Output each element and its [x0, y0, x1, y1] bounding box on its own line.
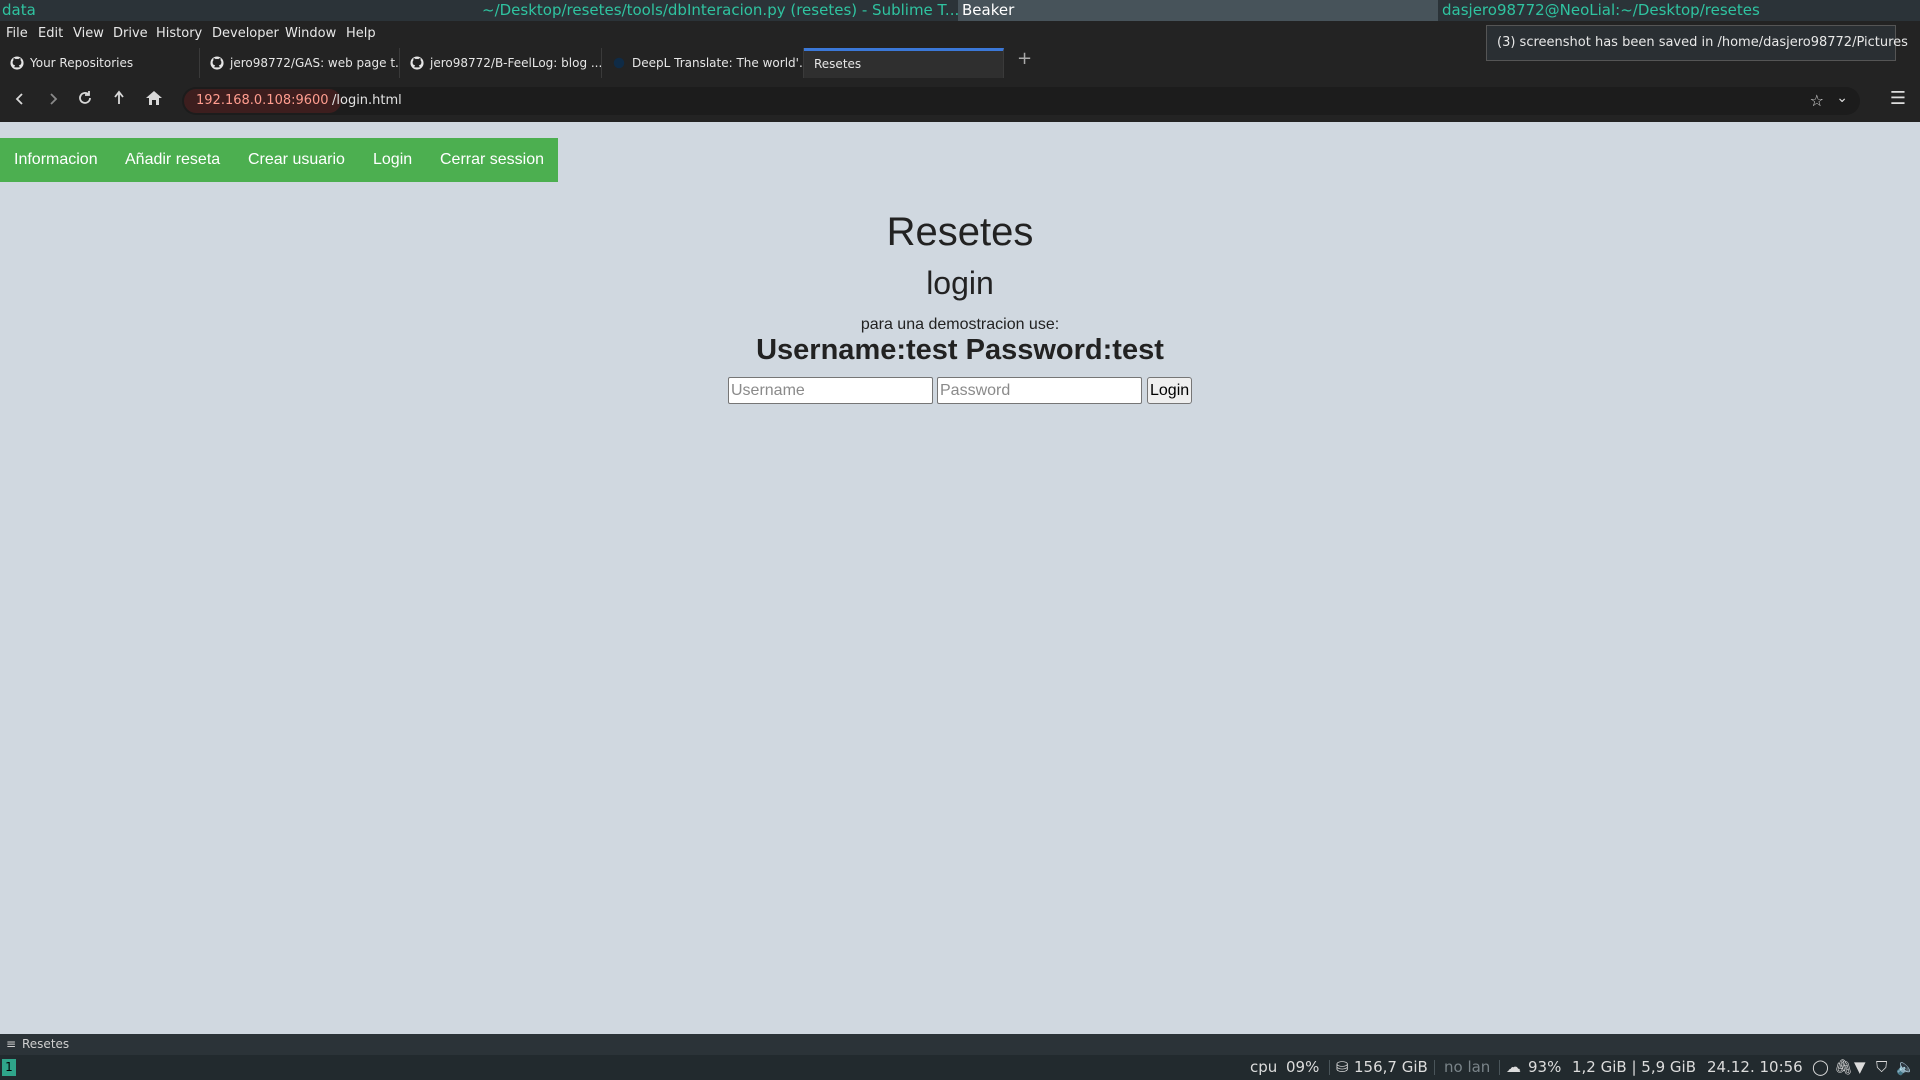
paperclip-icon[interactable]: 🖇: [1834, 1055, 1853, 1080]
memory-value: 1,2 GiB | 5,9 GiB: [1572, 1058, 1696, 1076]
disk-icon: ⛁: [1336, 1058, 1349, 1076]
new-tab-button[interactable]: +: [1017, 48, 1032, 69]
github-icon: [10, 56, 24, 70]
menu-drive[interactable]: Drive: [113, 26, 148, 41]
wm-window-title-sublime[interactable]: ~/Desktop/resetes/tools/dbInteracion.py …: [482, 1, 959, 19]
tab-your-repositories[interactable]: Your Repositories: [0, 48, 200, 78]
tab-label: jero98772/GAS: web page t...: [230, 56, 400, 70]
menu-developer[interactable]: Developer: [212, 26, 279, 41]
navigation-bar: 192.168.0.108:9600 /login.html ☆ ⌄ ☰: [0, 81, 1920, 121]
site-nav: Informacion Añadir reseta Crear usuario …: [0, 138, 558, 182]
reload-button[interactable]: [74, 90, 96, 112]
cpu-value: 09%: [1286, 1058, 1320, 1076]
arrow-right-icon: [50, 93, 58, 105]
tab-label: Your Repositories: [30, 56, 134, 70]
forward-button[interactable]: [42, 90, 64, 112]
bookmark-star-icon[interactable]: ☆: [1810, 91, 1824, 110]
window-label: Resetes: [22, 1037, 70, 1051]
deepl-icon: [613, 57, 625, 69]
window-manager-bar: data ~/Desktop/resetes/tools/dbInteracio…: [0, 0, 1920, 21]
nav-login[interactable]: Login: [373, 138, 412, 182]
tab-resetes[interactable]: Resetes: [804, 48, 1004, 78]
volume-icon[interactable]: 🔈: [1896, 1055, 1915, 1080]
divider: [1329, 1060, 1330, 1075]
page-title: Resetes: [886, 210, 1034, 254]
list-icon: ≡: [6, 1037, 17, 1051]
chevron-down-icon[interactable]: ⌄: [1836, 90, 1848, 106]
reload-icon: [79, 91, 91, 104]
page-subtitle: login: [926, 265, 994, 301]
password-input[interactable]: [937, 377, 1142, 404]
home-button[interactable]: [143, 90, 165, 112]
back-button[interactable]: [9, 90, 31, 112]
battery-value: 93%: [1528, 1058, 1562, 1076]
menu-edit[interactable]: Edit: [38, 26, 63, 41]
disk-value: 156,7 GiB: [1354, 1058, 1428, 1076]
url-host[interactable]: 192.168.0.108:9600: [184, 89, 341, 113]
github-icon: [410, 56, 424, 70]
arrow-up-icon: [114, 90, 124, 104]
hamburger-menu-icon[interactable]: ☰: [1890, 88, 1906, 109]
demo-note: para una demostracion use:: [860, 316, 1060, 333]
tab-deepl[interactable]: DeepL Translate: The world'...: [602, 48, 804, 78]
menu-window[interactable]: Window: [285, 26, 336, 41]
arrow-left-icon: [15, 93, 23, 105]
network-status: no lan: [1444, 1058, 1491, 1076]
status-bar: 1 cpu 09% ⛁ 156,7 GiB no lan ☁ 93% 1,2 G…: [0, 1055, 1920, 1080]
tab-b-feellog[interactable]: jero98772/B-FeelLog: blog ...: [400, 48, 602, 78]
screenshot-notification: (3) screenshot has been saved in /home/d…: [1486, 25, 1908, 61]
home-icon: [146, 91, 162, 105]
shield-icon[interactable]: ⛉: [1876, 1055, 1887, 1080]
wm-window-title-beaker[interactable]: Beaker: [958, 0, 1438, 21]
nav-crear-usuario[interactable]: Crear usuario: [248, 138, 345, 182]
wifi-icon[interactable]: ▼: [1854, 1055, 1866, 1080]
tab-label: Resetes: [814, 57, 862, 71]
divider: [1434, 1060, 1435, 1075]
menu-view[interactable]: View: [73, 26, 104, 41]
wm-window-title-terminal[interactable]: dasjero98772@NeoLial:~/Desktop/resetes: [1442, 1, 1760, 19]
login-button[interactable]: Login: [1147, 377, 1193, 404]
page-content: Informacion Añadir reseta Crear usuario …: [0, 122, 1920, 1034]
window-label-bar: ≡ Resetes: [0, 1034, 1920, 1055]
menu-help[interactable]: Help: [346, 26, 376, 41]
address-bar[interactable]: 192.168.0.108:9600 /login.html ☆ ⌄: [182, 87, 1860, 115]
tab-gas[interactable]: jero98772/GAS: web page t...: [200, 48, 400, 78]
divider: [1499, 1060, 1500, 1075]
nav-cerrar-session[interactable]: Cerrar session: [440, 138, 544, 182]
tab-label: jero98772/B-FeelLog: blog ...: [430, 56, 602, 70]
cloud-icon: ☁: [1506, 1058, 1521, 1076]
datetime: 24.12. 10:56: [1707, 1058, 1803, 1076]
username-input[interactable]: [728, 377, 933, 404]
circle-icon[interactable]: ◯: [1812, 1055, 1829, 1080]
demo-credentials: Username:test Password:test: [756, 334, 1164, 366]
github-icon: [210, 56, 224, 70]
nav-informacion[interactable]: Informacion: [14, 138, 98, 182]
cpu-label: cpu: [1250, 1058, 1278, 1076]
wm-window-title-data[interactable]: data: [2, 1, 36, 19]
up-button[interactable]: [108, 90, 130, 112]
menu-file[interactable]: File: [6, 26, 28, 41]
workspace-indicator[interactable]: 1: [2, 1059, 16, 1076]
menu-history[interactable]: History: [156, 26, 202, 41]
url-path[interactable]: /login.html: [332, 87, 402, 115]
tab-label: DeepL Translate: The world'...: [632, 56, 804, 70]
nav-anadir-reseta[interactable]: Añadir reseta: [125, 138, 220, 182]
